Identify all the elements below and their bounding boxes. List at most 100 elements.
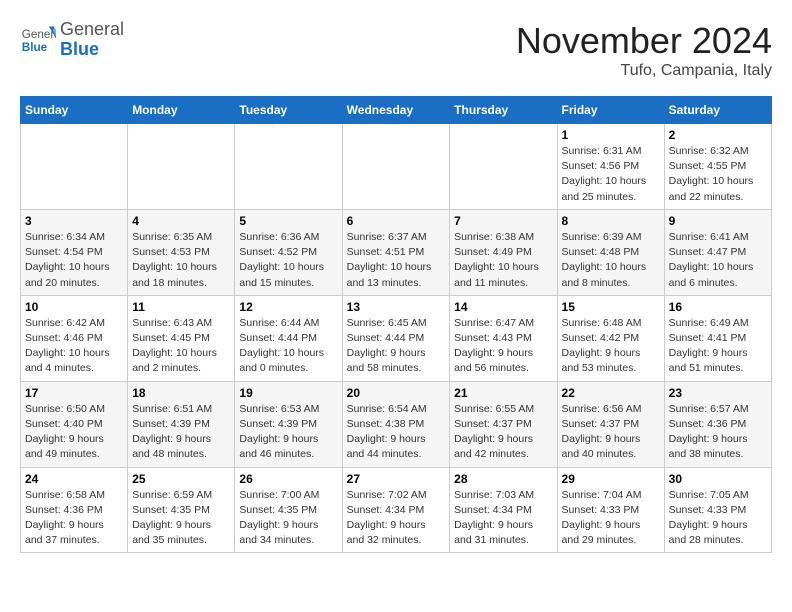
day-cell: 16 Sunrise: 6:49 AM Sunset: 4:41 PM Dayli… — [664, 295, 771, 381]
day-number: 27 — [347, 472, 446, 486]
day-info: Sunrise: 7:04 AM Sunset: 4:33 PM Dayligh… — [562, 488, 660, 549]
day-info: Sunrise: 6:41 AM Sunset: 4:47 PM Dayligh… — [669, 230, 767, 291]
day-cell: 14Sunrise: 6:47 AM Sunset: 4:43 PM Dayli… — [450, 295, 557, 381]
title-area: November 2024 Tufo, Campania, Italy — [516, 20, 772, 80]
day-info: Sunrise: 6:50 AM Sunset: 4:40 PM Dayligh… — [25, 402, 123, 463]
day-cell: 23 Sunrise: 6:57 AM Sunset: 4:36 PM Dayli… — [664, 381, 771, 467]
weekday-header-row: SundayMondayTuesdayWednesdayThursdayFrid… — [21, 97, 772, 124]
weekday-header-thursday: Thursday — [450, 97, 557, 124]
day-info: Sunrise: 6:39 AM Sunset: 4:48 PM Dayligh… — [562, 230, 660, 291]
day-cell — [342, 124, 450, 210]
day-cell — [235, 124, 342, 210]
day-number: 20 — [347, 386, 446, 400]
day-cell: 26 Sunrise: 7:00 AM Sunset: 4:35 PM Dayli… — [235, 467, 342, 553]
day-cell: 27Sunrise: 7:02 AM Sunset: 4:34 PM Dayli… — [342, 467, 450, 553]
day-cell: 3Sunrise: 6:34 AM Sunset: 4:54 PM Daylig… — [21, 209, 128, 295]
day-cell: 12 Sunrise: 6:44 AM Sunset: 4:44 PM Dayli… — [235, 295, 342, 381]
day-cell: 2Sunrise: 6:32 AM Sunset: 4:55 PM Daylig… — [664, 124, 771, 210]
day-number: 17 — [25, 386, 123, 400]
day-number: 8 — [562, 214, 660, 228]
day-cell: 28Sunrise: 7:03 AM Sunset: 4:34 PM Dayli… — [450, 467, 557, 553]
day-number: 18 — [132, 386, 230, 400]
day-info: Sunrise: 6:54 AM Sunset: 4:38 PM Dayligh… — [347, 402, 446, 463]
location-title: Tufo, Campania, Italy — [516, 62, 772, 80]
day-info: Sunrise: 6:48 AM Sunset: 4:42 PM Dayligh… — [562, 316, 660, 377]
day-number: 19 — [239, 386, 337, 400]
day-number: 26 — [239, 472, 337, 486]
day-cell: 29 Sunrise: 7:04 AM Sunset: 4:33 PM Dayli… — [557, 467, 664, 553]
weekday-header-tuesday: Tuesday — [235, 97, 342, 124]
weekday-header-friday: Friday — [557, 97, 664, 124]
day-info: Sunrise: 6:55 AM Sunset: 4:37 PM Dayligh… — [454, 402, 552, 463]
day-info: Sunrise: 6:45 AM Sunset: 4:44 PM Dayligh… — [347, 316, 446, 377]
weekday-header-wednesday: Wednesday — [342, 97, 450, 124]
day-cell: 7 Sunrise: 6:38 AM Sunset: 4:49 PM Daylig… — [450, 209, 557, 295]
day-number: 29 — [562, 472, 660, 486]
day-number: 13 — [347, 300, 446, 314]
day-cell: 21 Sunrise: 6:55 AM Sunset: 4:37 PM Dayli… — [450, 381, 557, 467]
day-info: Sunrise: 6:51 AM Sunset: 4:39 PM Dayligh… — [132, 402, 230, 463]
day-cell — [128, 124, 235, 210]
day-number: 11 — [132, 300, 230, 314]
day-number: 5 — [239, 214, 337, 228]
day-cell: 11 Sunrise: 6:43 AM Sunset: 4:45 PM Dayli… — [128, 295, 235, 381]
logo-general-text: General — [60, 19, 124, 39]
day-info: Sunrise: 6:58 AM Sunset: 4:36 PM Dayligh… — [25, 488, 123, 549]
day-info: Sunrise: 7:00 AM Sunset: 4:35 PM Dayligh… — [239, 488, 337, 549]
weekday-header-sunday: Sunday — [21, 97, 128, 124]
day-cell: 10 Sunrise: 6:42 AM Sunset: 4:46 PM Dayli… — [21, 295, 128, 381]
day-number: 22 — [562, 386, 660, 400]
day-info: Sunrise: 6:35 AM Sunset: 4:53 PM Dayligh… — [132, 230, 230, 291]
day-cell: 15 Sunrise: 6:48 AM Sunset: 4:42 PM Dayli… — [557, 295, 664, 381]
day-number: 4 — [132, 214, 230, 228]
day-cell: 18 Sunrise: 6:51 AM Sunset: 4:39 PM Dayli… — [128, 381, 235, 467]
week-row-1: 1Sunrise: 6:31 AM Sunset: 4:56 PM Daylig… — [21, 124, 772, 210]
day-number: 7 — [454, 214, 552, 228]
day-cell: 8 Sunrise: 6:39 AM Sunset: 4:48 PM Daylig… — [557, 209, 664, 295]
day-number: 2 — [669, 128, 767, 142]
day-number: 3 — [25, 214, 123, 228]
day-info: Sunrise: 6:36 AM Sunset: 4:52 PM Dayligh… — [239, 230, 337, 291]
day-cell: 25Sunrise: 6:59 AM Sunset: 4:35 PM Dayli… — [128, 467, 235, 553]
day-info: Sunrise: 7:05 AM Sunset: 4:33 PM Dayligh… — [669, 488, 767, 549]
day-info: Sunrise: 6:43 AM Sunset: 4:45 PM Dayligh… — [132, 316, 230, 377]
week-row-3: 10 Sunrise: 6:42 AM Sunset: 4:46 PM Dayli… — [21, 295, 772, 381]
logo-blue-text: Blue — [60, 39, 99, 59]
day-cell: 1Sunrise: 6:31 AM Sunset: 4:56 PM Daylig… — [557, 124, 664, 210]
day-cell: 24 Sunrise: 6:58 AM Sunset: 4:36 PM Dayli… — [21, 467, 128, 553]
day-number: 10 — [25, 300, 123, 314]
day-cell: 13 Sunrise: 6:45 AM Sunset: 4:44 PM Dayli… — [342, 295, 450, 381]
day-cell: 6 Sunrise: 6:37 AM Sunset: 4:51 PM Daylig… — [342, 209, 450, 295]
day-info: Sunrise: 6:42 AM Sunset: 4:46 PM Dayligh… — [25, 316, 123, 377]
month-title: November 2024 — [516, 20, 772, 62]
day-info: Sunrise: 6:38 AM Sunset: 4:49 PM Dayligh… — [454, 230, 552, 291]
day-info: Sunrise: 6:47 AM Sunset: 4:43 PM Dayligh… — [454, 316, 552, 377]
day-info: Sunrise: 6:53 AM Sunset: 4:39 PM Dayligh… — [239, 402, 337, 463]
week-row-4: 17 Sunrise: 6:50 AM Sunset: 4:40 PM Dayli… — [21, 381, 772, 467]
day-info: Sunrise: 6:37 AM Sunset: 4:51 PM Dayligh… — [347, 230, 446, 291]
day-cell: 19 Sunrise: 6:53 AM Sunset: 4:39 PM Dayli… — [235, 381, 342, 467]
week-row-2: 3Sunrise: 6:34 AM Sunset: 4:54 PM Daylig… — [21, 209, 772, 295]
day-info: Sunrise: 6:56 AM Sunset: 4:37 PM Dayligh… — [562, 402, 660, 463]
day-number: 21 — [454, 386, 552, 400]
day-info: Sunrise: 6:31 AM Sunset: 4:56 PM Dayligh… — [562, 144, 660, 205]
day-number: 16 — [669, 300, 767, 314]
day-info: Sunrise: 6:44 AM Sunset: 4:44 PM Dayligh… — [239, 316, 337, 377]
svg-text:Blue: Blue — [22, 41, 48, 54]
day-info: Sunrise: 6:49 AM Sunset: 4:41 PM Dayligh… — [669, 316, 767, 377]
day-number: 9 — [669, 214, 767, 228]
day-info: Sunrise: 6:59 AM Sunset: 4:35 PM Dayligh… — [132, 488, 230, 549]
day-number: 12 — [239, 300, 337, 314]
day-number: 28 — [454, 472, 552, 486]
day-number: 23 — [669, 386, 767, 400]
day-cell: 17 Sunrise: 6:50 AM Sunset: 4:40 PM Dayli… — [21, 381, 128, 467]
svg-text:General: General — [22, 28, 56, 41]
day-cell — [450, 124, 557, 210]
day-number: 15 — [562, 300, 660, 314]
day-number: 24 — [25, 472, 123, 486]
header: General Blue General Blue November 2024 … — [20, 20, 772, 80]
day-number: 6 — [347, 214, 446, 228]
weekday-header-saturday: Saturday — [664, 97, 771, 124]
day-info: Sunrise: 6:57 AM Sunset: 4:36 PM Dayligh… — [669, 402, 767, 463]
logo-icon: General Blue — [20, 22, 56, 58]
